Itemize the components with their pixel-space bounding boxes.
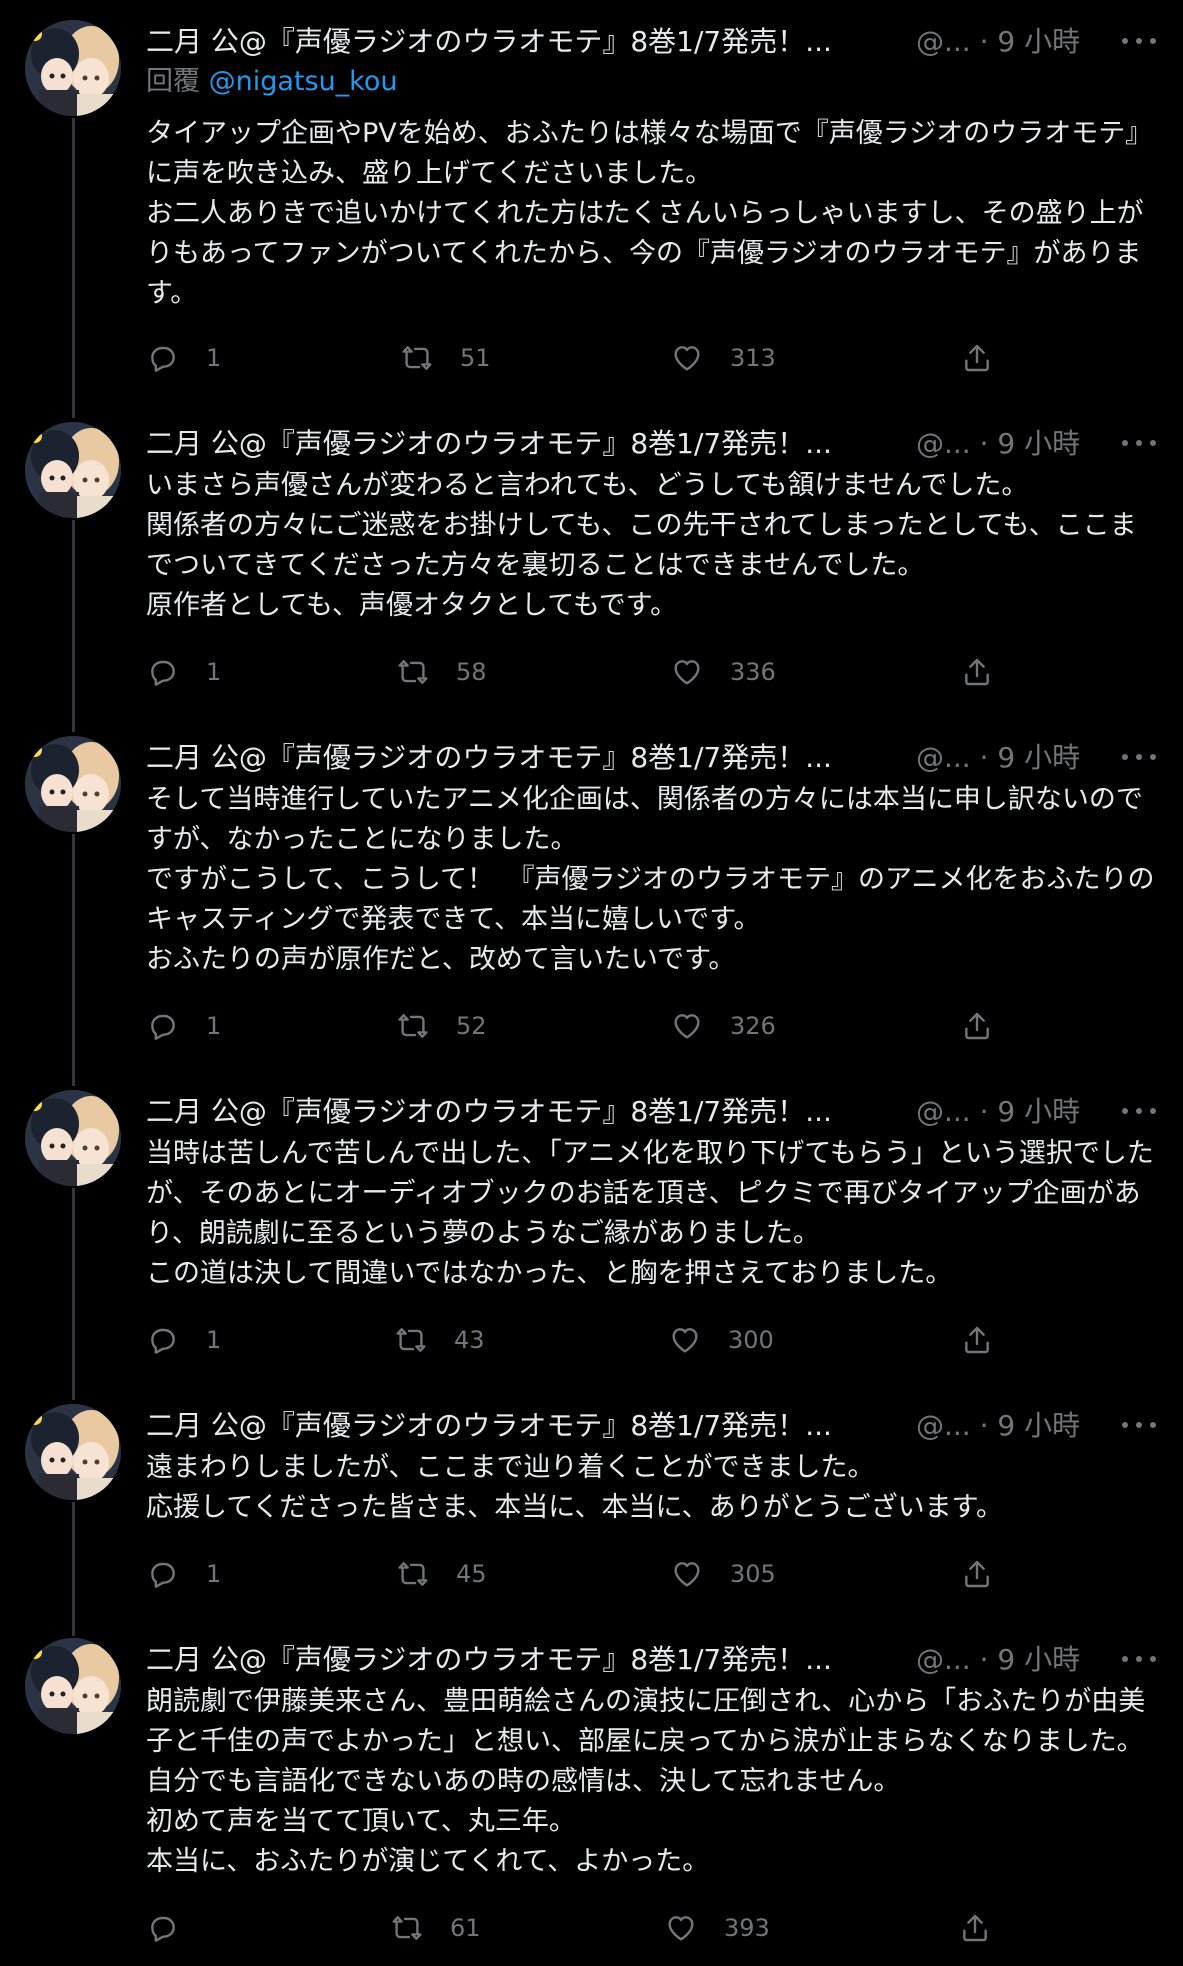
tweet-header: 二月 公@『声優ラジオのウラオモテ』8巻1/7発売！... @... · 9 小…	[146, 1090, 1183, 1134]
share-icon	[965, 1012, 989, 1040]
display-name[interactable]: 二月 公@『声優ラジオのウラオモテ』8巻1/7発売！...	[146, 736, 891, 780]
avatar[interactable]	[25, 20, 121, 116]
share-icon	[965, 1326, 989, 1354]
thread-line	[72, 834, 75, 1086]
reply-icon	[151, 346, 175, 372]
handle-and-time[interactable]: @... · 9 小時	[916, 1404, 1080, 1448]
heart-icon	[672, 1328, 698, 1353]
retweet-icon	[402, 346, 432, 370]
reply-count: 1	[206, 344, 222, 372]
more-icon[interactable]	[1122, 1422, 1158, 1432]
retweet-icon	[398, 660, 428, 684]
heart-icon	[674, 1562, 700, 1587]
thread-line	[72, 1188, 75, 1400]
handle-and-time[interactable]: @... · 9 小時	[916, 1090, 1080, 1134]
tweet-text: 当時は苦しんで苦しんで出した、「アニメ化を取り下げてもらう」という選択でしたが、…	[146, 1138, 1154, 1289]
share-icon	[963, 1914, 987, 1942]
avatar[interactable]	[25, 1638, 121, 1734]
reply-label: 回覆	[146, 66, 200, 97]
more-icon[interactable]	[1122, 38, 1158, 48]
retweet-icon	[398, 1562, 428, 1586]
retweet-count: 45	[456, 1560, 487, 1588]
heart-icon	[674, 346, 700, 371]
reply-context: 回覆 @nigatsu_kou	[146, 60, 397, 104]
reply-icon	[151, 1014, 175, 1040]
handle-and-time[interactable]: @... · 9 小時	[916, 736, 1080, 780]
avatar[interactable]	[25, 736, 121, 832]
display-name[interactable]: 二月 公@『声優ラジオのウラオモテ』8巻1/7発売！...	[146, 422, 891, 466]
reply-icon	[151, 1328, 175, 1354]
share-icon	[965, 1560, 989, 1588]
tweet-text: いまさら声優さんが変わると言われても、どうしても頷けませんでした。 関係者の方々…	[146, 470, 1137, 621]
tweet-text: 遠まわりしましたが、ここまで辿り着くことができました。 応援してくださった皆さま…	[146, 1452, 1003, 1523]
like-count: 305	[730, 1560, 776, 1588]
tweet-actions: 1 43 300	[146, 1320, 1016, 1360]
more-icon[interactable]	[1122, 754, 1158, 764]
tweet-actions: 1 58 336	[146, 652, 1016, 692]
tweet-actions: 1 52 326	[146, 1006, 1016, 1046]
heart-icon	[668, 1916, 694, 1941]
tweet-header: 二月 公@『声優ラジオのウラオモテ』8巻1/7発売！... @... · 9 小…	[146, 736, 1183, 780]
retweet-icon	[396, 1328, 426, 1352]
retweet-count: 51	[460, 344, 491, 372]
mention-link[interactable]: @nigatsu_kou	[209, 66, 398, 97]
handle-and-time[interactable]: @... · 9 小時	[916, 422, 1080, 466]
heart-icon	[674, 660, 700, 685]
more-icon[interactable]	[1122, 1656, 1158, 1666]
reply-icon	[151, 1916, 175, 1942]
more-icon[interactable]	[1122, 1108, 1158, 1118]
tweet-actions: 1 51 313	[146, 338, 1016, 378]
retweet-count: 61	[450, 1914, 481, 1942]
tweet-text: そして当時進行していたアニメ化企画は、関係者の方々には本当に申し訳ないのですが、…	[146, 784, 1155, 975]
reply-count: 1	[206, 1560, 222, 1588]
display-name[interactable]: 二月 公@『声優ラジオのウラオモテ』8巻1/7発売！...	[146, 1090, 891, 1134]
avatar[interactable]	[25, 422, 121, 518]
retweet-icon	[392, 1916, 422, 1940]
retweet-count: 52	[456, 1012, 487, 1040]
heart-icon	[674, 1014, 700, 1039]
tweet-header: 二月 公@『声優ラジオのウラオモテ』8巻1/7発売！... @... · 9 小…	[146, 20, 1183, 64]
thread-line	[72, 520, 75, 732]
retweet-count: 43	[454, 1326, 485, 1354]
tweet-text: 朗読劇で伊藤美来さん、豊田萌絵さんの演技に圧倒され、心から「おふたりが由美子と千…	[146, 1686, 1146, 1877]
like-count: 336	[730, 658, 776, 686]
display-name[interactable]: 二月 公@『声優ラジオのウラオモテ』8巻1/7発売！...	[146, 1638, 891, 1682]
share-icon	[965, 344, 989, 372]
thread-line	[72, 118, 75, 418]
display-name[interactable]: 二月 公@『声優ラジオのウラオモテ』8巻1/7発売！...	[146, 20, 891, 64]
share-icon	[965, 658, 989, 686]
tweet-actions: 61 393	[146, 1908, 1016, 1948]
thread-line	[72, 1502, 75, 1636]
like-count: 300	[728, 1326, 774, 1354]
reply-count: 1	[206, 1326, 222, 1354]
more-icon[interactable]	[1122, 440, 1158, 450]
like-count: 326	[730, 1012, 776, 1040]
tweet-actions: 1 45 305	[146, 1554, 1016, 1594]
like-count: 393	[724, 1914, 770, 1942]
avatar[interactable]	[25, 1090, 121, 1186]
reply-count: 1	[206, 1012, 222, 1040]
reply-count: 1	[206, 658, 222, 686]
handle-and-time[interactable]: @... · 9 小時	[916, 20, 1080, 64]
tweet-text: タイアップ企画やPVを始め、おふたりは様々な場面で『声優ラジオのウラオモテ』に声…	[146, 118, 1153, 309]
retweet-icon	[398, 1014, 428, 1038]
reply-icon	[151, 660, 175, 686]
reply-icon	[151, 1562, 175, 1588]
retweet-count: 58	[456, 658, 487, 686]
tweet-header: 二月 公@『声優ラジオのウラオモテ』8巻1/7発売！... @... · 9 小…	[146, 1404, 1183, 1448]
avatar[interactable]	[25, 1404, 121, 1500]
like-count: 313	[730, 344, 776, 372]
tweet-header: 二月 公@『声優ラジオのウラオモテ』8巻1/7発売！... @... · 9 小…	[146, 422, 1183, 466]
display-name[interactable]: 二月 公@『声優ラジオのウラオモテ』8巻1/7発売！...	[146, 1404, 891, 1448]
handle-and-time[interactable]: @... · 9 小時	[916, 1638, 1080, 1682]
tweet-header: 二月 公@『声優ラジオのウラオモテ』8巻1/7発売！... @... · 9 小…	[146, 1638, 1183, 1682]
